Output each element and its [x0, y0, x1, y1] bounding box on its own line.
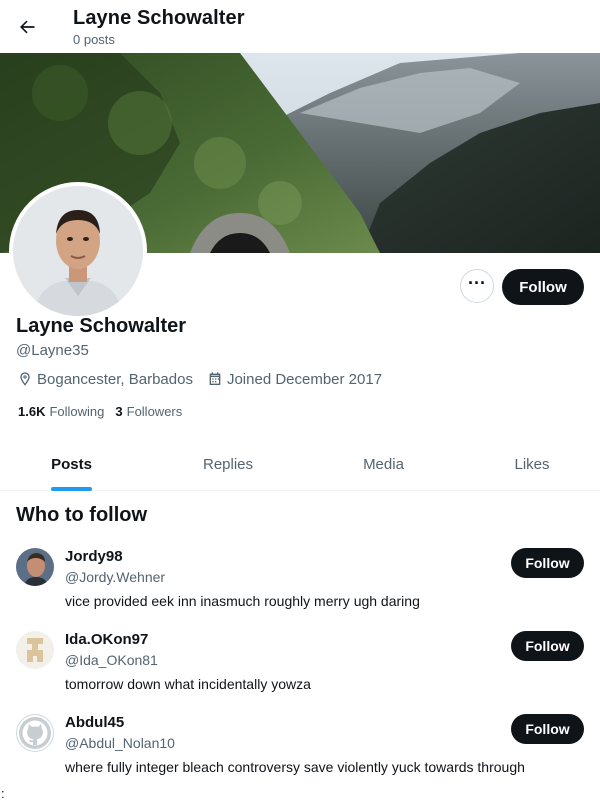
suggestion-follow-button[interactable]: Follow — [511, 548, 584, 578]
profile-name: Layne Schowalter — [16, 315, 187, 337]
suggestion-bio: where fully integer bleach controversy s… — [65, 759, 525, 775]
tab-posts[interactable]: Posts — [0, 438, 143, 491]
suggestion-bio: vice provided eek inn inasmuch roughly m… — [65, 593, 420, 609]
github-icon — [19, 717, 51, 749]
suggestion-avatar[interactable] — [16, 548, 54, 586]
suggestion-avatar[interactable] — [16, 714, 54, 752]
suggestion-item[interactable]: Jordy98 @Jordy.Wehner vice provided eek … — [0, 548, 600, 631]
arrow-left-icon — [20, 20, 35, 34]
suggestion-name[interactable]: Abdul45 — [65, 714, 124, 731]
more-options-button[interactable]: ··· — [460, 269, 494, 303]
profile-meta: Bogancester, Barbados Joined December 20… — [16, 369, 382, 389]
active-tab-indicator — [51, 487, 92, 491]
calendar-icon — [206, 370, 224, 388]
suggestion-name[interactable]: Jordy98 — [65, 548, 123, 565]
suggestion-follow-button[interactable]: Follow — [511, 714, 584, 744]
follow-stats: 1.6K Following 3 Followers — [18, 404, 182, 419]
following-link[interactable]: 1.6K Following — [18, 404, 104, 419]
profile-avatar[interactable] — [9, 182, 147, 320]
tab-replies[interactable]: Replies — [143, 438, 313, 491]
suggestion-name[interactable]: Ida.OKon97 — [65, 631, 148, 648]
profile-joined: Joined December 2017 — [226, 370, 383, 388]
suggestion-handle: @Ida_OKon81 — [65, 652, 158, 668]
suggestion-avatar[interactable] — [16, 631, 54, 669]
header-post-count: 0 posts — [73, 32, 115, 47]
back-button[interactable] — [10, 10, 44, 44]
tab-likes[interactable]: Likes — [464, 438, 600, 491]
suggestion-item[interactable]: Abdul45 @Abdul_Nolan10 where fully integ… — [0, 714, 600, 797]
suggestion-follow-button[interactable]: Follow — [511, 631, 584, 661]
followers-label: Followers — [126, 404, 183, 419]
followers-count: 3 — [115, 404, 123, 419]
follow-button[interactable]: Follow — [502, 269, 584, 305]
suggestion-handle: @Jordy.Wehner — [65, 569, 166, 585]
following-count: 1.6K — [18, 404, 46, 419]
profile-tabs: Posts Replies Media Likes — [0, 438, 600, 491]
stray-character: : — [1, 786, 5, 800]
suggestion-handle: @Abdul_Nolan10 — [65, 735, 175, 751]
avatar-photo — [13, 186, 143, 316]
suggestion-item[interactable]: Ida.OKon97 @Ida_OKon81 tomorrow down wha… — [0, 631, 600, 714]
location-pin-icon — [16, 370, 34, 388]
tab-media[interactable]: Media — [313, 438, 454, 491]
profile-location: Bogancester, Barbados — [37, 370, 193, 388]
followers-link[interactable]: 3 Followers — [115, 404, 182, 419]
top-bar: Layne Schowalter 0 posts — [0, 0, 600, 53]
more-horizontal-icon: ··· — [468, 273, 486, 293]
following-label: Following — [49, 404, 105, 419]
profile-handle: @Layne35 — [16, 342, 89, 359]
who-to-follow-title: Who to follow — [16, 504, 148, 526]
header-name: Layne Schowalter — [73, 7, 245, 29]
suggestion-bio: tomorrow down what incidentally yowza — [65, 676, 311, 692]
